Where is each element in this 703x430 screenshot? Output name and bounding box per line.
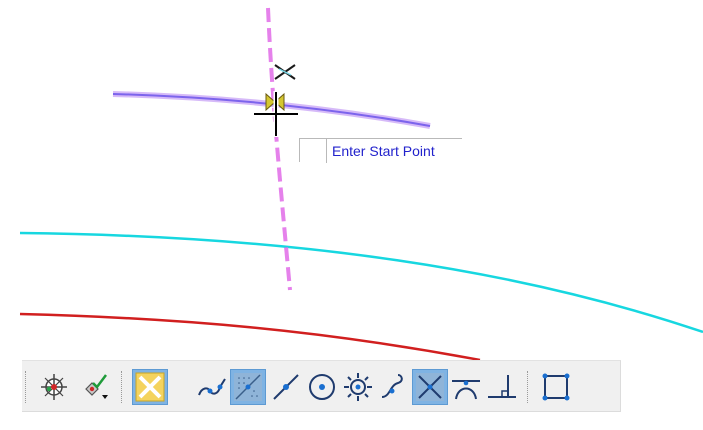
nearest-snap-icon: [234, 373, 262, 401]
drawing-view[interactable]: [0, 0, 703, 360]
prompt-separator: [326, 139, 327, 163]
accusnap-toggle-icon: [41, 374, 67, 400]
intersection-snap-button[interactable]: [132, 369, 168, 405]
snap-mode-menu-icon: [85, 374, 108, 399]
toolbar-grip[interactable]: [25, 371, 28, 403]
intersection-snap-icon: [135, 372, 165, 402]
status-strip: [0, 412, 703, 430]
origin-snap-icon: [344, 373, 372, 401]
snap-mode-menu-button[interactable]: [76, 369, 112, 405]
center-snap-button[interactable]: [304, 369, 340, 405]
toolbar-separator-2: [527, 371, 530, 403]
tangent-snap-button[interactable]: [448, 369, 484, 405]
crosshair-cursor-icon: [253, 91, 299, 137]
keypoint-snap-icon: [198, 378, 226, 396]
keypoint-snap-button[interactable]: [194, 369, 230, 405]
tangent-snap-icon: [452, 380, 480, 400]
box-snap-button[interactable]: [538, 369, 574, 405]
bisector-snap-icon: [381, 374, 403, 398]
construction-line: [266, 7, 292, 291]
midpoint-snap-button[interactable]: [268, 369, 304, 405]
accusnap-toggle-button[interactable]: [36, 369, 72, 405]
red-curve: [19, 312, 481, 360]
toolbar-separator: [121, 371, 124, 403]
box-snap-icon: [542, 373, 570, 401]
snap-toolbar: [22, 360, 621, 412]
intersection-snap-alt-icon: [416, 373, 444, 401]
cursor-prompt: Enter Start Point: [299, 138, 462, 163]
bisector-snap-button[interactable]: [376, 369, 412, 405]
prompt-text: Enter Start Point: [332, 143, 435, 159]
snap-marker-icon: [274, 64, 296, 80]
intersection-snap-alt-button[interactable]: [412, 369, 448, 405]
nearest-snap-button[interactable]: [230, 369, 266, 405]
perpendicular-snap-icon: [488, 375, 516, 398]
origin-snap-button[interactable]: [340, 369, 376, 405]
perpendicular-snap-button[interactable]: [484, 369, 520, 405]
center-snap-icon: [309, 374, 335, 400]
midpoint-snap-icon: [273, 374, 299, 400]
